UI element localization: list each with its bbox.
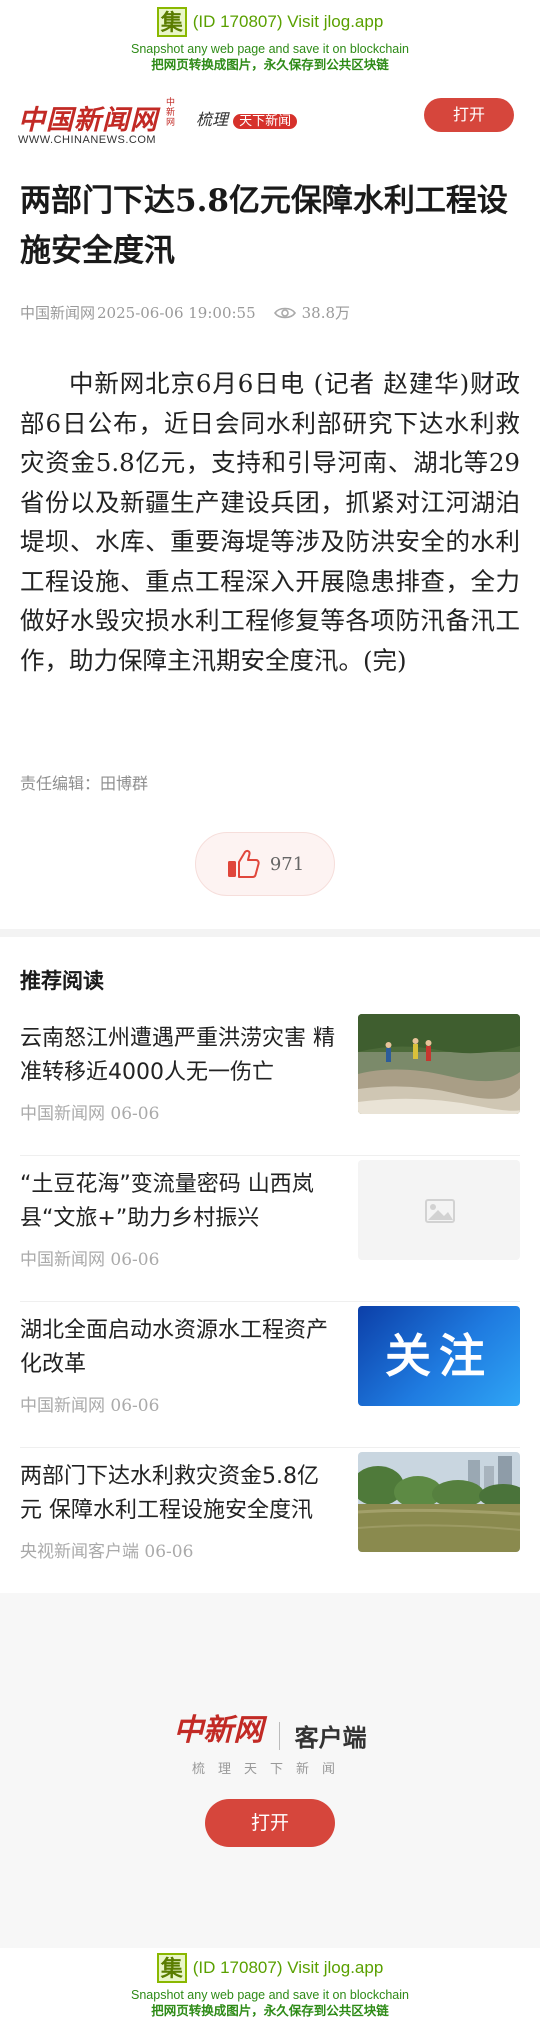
river-thumbnail bbox=[358, 1452, 520, 1552]
thumbs-up-icon bbox=[227, 849, 260, 878]
list-item[interactable]: 云南怒江州遭遇严重洪涝灾害 精准转移近4000人无一伤亡 中国新闻网 06-06 bbox=[20, 1010, 520, 1156]
image-placeholder-thumbnail bbox=[358, 1160, 520, 1260]
header-slogan: 梳理 天下新闻 bbox=[196, 106, 298, 130]
logo-url: WWW.CHINANEWS.COM bbox=[18, 134, 157, 146]
list-item-title: 湖北全面启动水资源水工程资产化改革 bbox=[20, 1318, 329, 1377]
like-count: 971 bbox=[269, 853, 305, 875]
site-logo[interactable]: 中国新闻网 bbox=[18, 98, 158, 137]
jlog-tagline: Snapshot any web page and save it on blo… bbox=[131, 42, 409, 56]
logo-text: 中国新闻网 bbox=[18, 105, 158, 136]
slogan-badge: 天下新闻 bbox=[233, 114, 298, 129]
image-placeholder-icon bbox=[425, 1199, 455, 1223]
list-item-title: 两部门下达水利救灾资金5.8亿元 保障水利工程设施安全度汛 bbox=[20, 1464, 319, 1523]
article-datetime: 2025-06-06 19:00:55 bbox=[97, 303, 256, 322]
slogan-text: 梳理 bbox=[196, 110, 229, 129]
list-item-source: 中国新闻网 06-06 bbox=[20, 1396, 160, 1416]
list-item[interactable]: 湖北全面启动水资源水工程资产化改革 中国新闻网 06-06 关注 bbox=[20, 1302, 520, 1448]
open-app-button[interactable]: 打开 bbox=[424, 98, 514, 132]
flood-rescue-thumbnail bbox=[358, 1014, 520, 1114]
jlog-tagline-cn: 把网页转换成图片，永久保存到公共区块链 bbox=[151, 57, 389, 72]
app-promo: 中新网 客户端 梳理天下新闻 打开 bbox=[0, 1593, 540, 1948]
article-editor: 责任编辑：田博群 bbox=[20, 774, 149, 793]
promo-logo: 中新网 客户端 bbox=[0, 1705, 540, 1753]
list-item-title: “土豆花海”变流量密码 山西岚县“文旅+”助力乡村振兴 bbox=[20, 1172, 314, 1231]
thumbnail-text: 关注 bbox=[385, 1329, 493, 1383]
article-title: 两部门下达5.8亿元保障水利工程设施安全度汛 bbox=[20, 183, 508, 269]
promo-logo-divider bbox=[278, 1721, 280, 1750]
list-item-source: 央视新闻客户端 06-06 bbox=[20, 1542, 194, 1562]
list-item[interactable]: 两部门下达水利救灾资金5.8亿元 保障水利工程设施安全度汛 央视新闻客户端 06… bbox=[20, 1448, 520, 1594]
promo-logo-text: 中新网 bbox=[173, 1713, 264, 1748]
section-divider bbox=[0, 929, 540, 937]
site-header: 中国新闻网 中新网 WWW.CHINANEWS.COM 梳理 天下新闻 打开 bbox=[0, 92, 540, 146]
view-count-value: 38.8万 bbox=[301, 304, 351, 322]
list-item[interactable]: “土豆花海”变流量密码 山西岚县“文旅+”助力乡村振兴 中国新闻网 06-06 bbox=[20, 1156, 520, 1302]
jlog-tagline: Snapshot any web page and save it on blo… bbox=[131, 1988, 409, 2002]
jlog-banner-top: 集 (ID 170807) Visit jlog.app Snapshot an… bbox=[0, 2, 540, 72]
jlog-tagline-cn: 把网页转换成图片，永久保存到公共区块链 bbox=[151, 2003, 389, 2018]
jlog-banner-bottom: 集 (ID 170807) Visit jlog.app Snapshot an… bbox=[0, 1948, 540, 2018]
eye-icon bbox=[273, 307, 296, 318]
view-count: 38.8万 bbox=[273, 302, 351, 323]
jlog-badge-icon: 集 bbox=[156, 7, 187, 37]
promo-client-label: 客户端 bbox=[294, 1724, 367, 1752]
article-meta: 中国新闻网 2025-06-06 19:00:55 38.8万 bbox=[20, 302, 350, 323]
recommend-heading: 推荐阅读 bbox=[20, 969, 104, 993]
jlog-id-link[interactable]: (ID 170807) Visit jlog.app bbox=[193, 1958, 384, 1978]
list-item-source: 中国新闻网 06-06 bbox=[20, 1250, 160, 1270]
promo-subtitle: 梳理天下新闻 bbox=[191, 1762, 348, 1777]
jlog-badge-icon: 集 bbox=[156, 1953, 187, 1983]
jlog-id-link[interactable]: (ID 170807) Visit jlog.app bbox=[193, 12, 384, 32]
article-source: 中国新闻网 bbox=[20, 304, 96, 322]
logo-vertical-text: 中新网 bbox=[166, 98, 176, 128]
list-item-source: 中国新闻网 06-06 bbox=[20, 1104, 160, 1124]
promo-open-button[interactable]: 打开 bbox=[205, 1799, 335, 1847]
list-item-title: 云南怒江州遭遇严重洪涝灾害 精准转移近4000人无一伤亡 bbox=[20, 1026, 335, 1085]
like-button[interactable]: 971 bbox=[195, 832, 335, 896]
article-body: 中新网北京6月6日电 (记者 赵建华)财政部6日公布，近日会同水利部研究下达水利… bbox=[20, 369, 520, 675]
follow-banner-thumbnail: 关注 bbox=[358, 1306, 520, 1406]
